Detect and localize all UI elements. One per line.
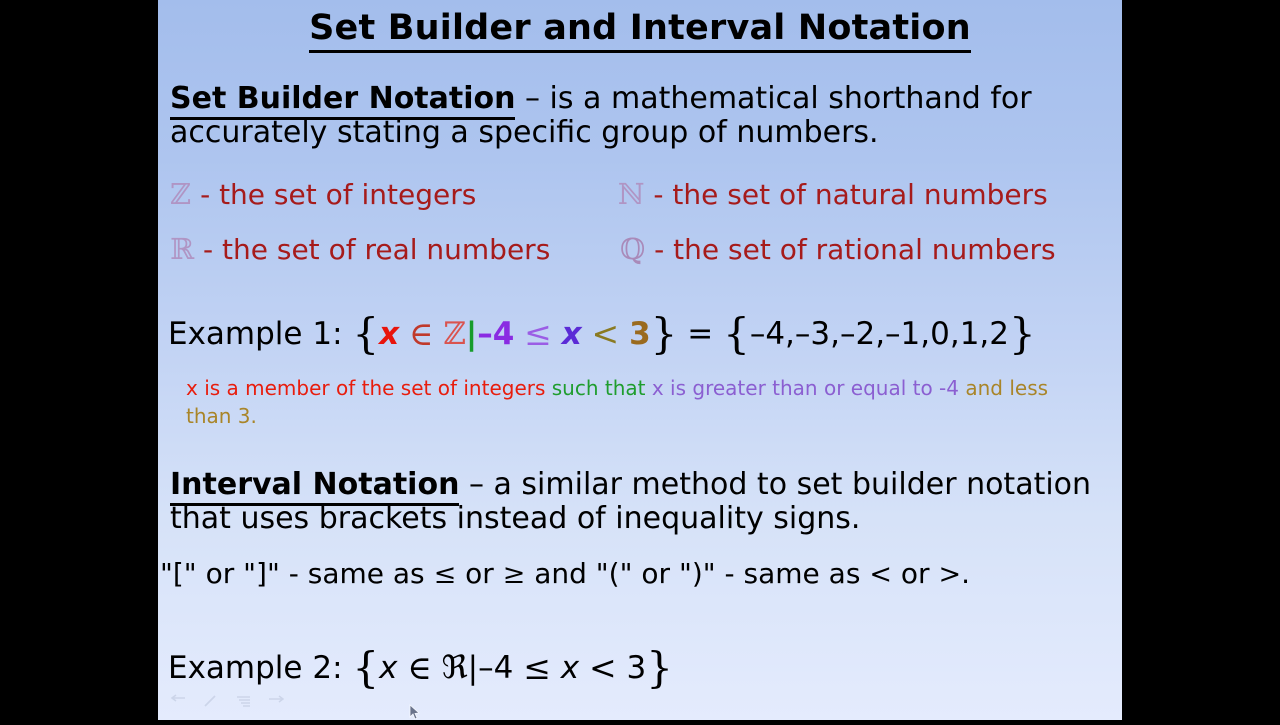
- example-1-open-brace: {: [352, 309, 380, 358]
- example-1-upper-bound: 3: [629, 316, 651, 352]
- explanation-purple: x is greater than or equal to -4: [651, 376, 959, 400]
- mouse-cursor: [409, 704, 421, 721]
- paren-close: ")": [678, 557, 716, 590]
- example-2: Example 2: {x ∈ ℜ|–4 ≤ x < 3}: [168, 640, 673, 691]
- example-1-result: –4,–3,–2,–1,0,1,2: [749, 316, 1009, 352]
- or-2: or: [465, 557, 494, 590]
- pointer-arrow-icon[interactable]: [168, 694, 187, 709]
- explanation-green: such that: [551, 376, 646, 400]
- brackets-line-period: .: [961, 557, 970, 590]
- same-as-1: - same as: [288, 557, 425, 590]
- integers-label: - the set of integers: [200, 178, 477, 211]
- example-1-result-close-brace: }: [1009, 309, 1036, 358]
- example-1-label: Example 1:: [168, 316, 343, 352]
- set-builder-intro: Set Builder Notation – is a mathematical…: [170, 81, 1110, 149]
- example-2-variable-2: x: [560, 650, 580, 686]
- presentation-toolbar[interactable]: [168, 694, 286, 709]
- highlighter-icon[interactable]: [234, 694, 253, 709]
- example-2-set-symbol: ℜ: [441, 648, 468, 686]
- example-2-lower-bound: –4: [478, 650, 514, 686]
- interval-notation-intro: Interval Notation – a similar method to …: [170, 467, 1110, 535]
- set-row-reals: ℝ - the set of real numbers: [170, 233, 550, 265]
- naturals-symbol: ℕ: [618, 177, 645, 211]
- reals-label: - the set of real numbers: [203, 233, 551, 266]
- such-that-bar: |: [465, 316, 478, 352]
- example-1-close-brace: }: [650, 309, 678, 358]
- greater-than-icon: >: [938, 559, 962, 590]
- greater-equal-icon: ≥: [502, 559, 526, 590]
- less-than-icon-3: <: [588, 648, 617, 687]
- screen-root: Set Builder and Interval Notation Set Bu…: [0, 0, 1280, 720]
- and-conjunction: and: [534, 557, 587, 590]
- naturals-label: - the set of natural numbers: [653, 178, 1048, 211]
- less-equal-icon: ≤: [524, 314, 552, 353]
- example-1-variable-2: x: [561, 316, 582, 352]
- bracket-close-square: "]": [243, 557, 280, 590]
- set-row-integers: ℤ - the set of integers: [170, 178, 476, 210]
- example-2-label: Example 2:: [168, 650, 343, 686]
- paren-open: "(": [595, 557, 633, 590]
- example-2-close-brace: }: [646, 643, 673, 692]
- less-than-icon-2: <: [869, 559, 892, 590]
- page-title: Set Builder and Interval Notation: [158, 8, 1122, 53]
- brackets-equivalence-line: "[" or "]" - same as ≤ or ≥ and "(" or "…: [160, 558, 970, 590]
- example-1-equals: =: [687, 316, 714, 352]
- example-1-result-open-brace: {: [723, 309, 750, 358]
- explanation-red: x is a member of the set of integers: [186, 376, 546, 400]
- pen-icon[interactable]: [201, 694, 220, 709]
- example-1-set-symbol: ℤ: [443, 316, 466, 352]
- letterbox-right: [1122, 0, 1280, 720]
- example-1-explanation: x is a member of the set of integers suc…: [186, 374, 1091, 431]
- element-of-icon-2: ∈: [407, 648, 432, 687]
- example-1-lower-bound: –4: [477, 316, 515, 352]
- example-2-upper-bound: 3: [626, 650, 647, 686]
- rationals-label: - the set of rational numbers: [654, 233, 1056, 266]
- example-1-variable: x: [379, 316, 400, 352]
- example-2-variable: x: [379, 650, 398, 686]
- letterbox-left: [0, 0, 158, 720]
- such-that-bar-2: |: [467, 650, 479, 686]
- slide-canvas: Set Builder and Interval Notation Set Bu…: [158, 0, 1122, 720]
- less-equal-icon-2: ≤: [433, 559, 457, 590]
- element-of-icon: ∈: [408, 314, 434, 353]
- rationals-symbol: ℚ: [620, 232, 646, 266]
- set-row-naturals: ℕ - the set of natural numbers: [618, 178, 1048, 210]
- same-as-2: - same as: [724, 557, 861, 590]
- example-1: Example 1: {x ∈ ℤ|–4 ≤ x < 3} = {–4,–3,–…: [168, 306, 1036, 357]
- less-equal-icon-3: ≤: [523, 648, 551, 687]
- bracket-open-square: "[": [160, 557, 197, 590]
- or-4: or: [900, 557, 930, 590]
- integers-symbol: ℤ: [170, 177, 192, 211]
- or-1: or: [205, 557, 235, 590]
- or-3: or: [641, 557, 671, 590]
- less-than-icon: <: [591, 314, 620, 353]
- reals-symbol: ℝ: [170, 232, 195, 266]
- example-2-open-brace: {: [352, 643, 380, 692]
- navigation-icon[interactable]: [267, 694, 286, 709]
- page-title-text: Set Builder and Interval Notation: [309, 8, 971, 53]
- set-row-rationals: ℚ - the set of rational numbers: [620, 233, 1056, 265]
